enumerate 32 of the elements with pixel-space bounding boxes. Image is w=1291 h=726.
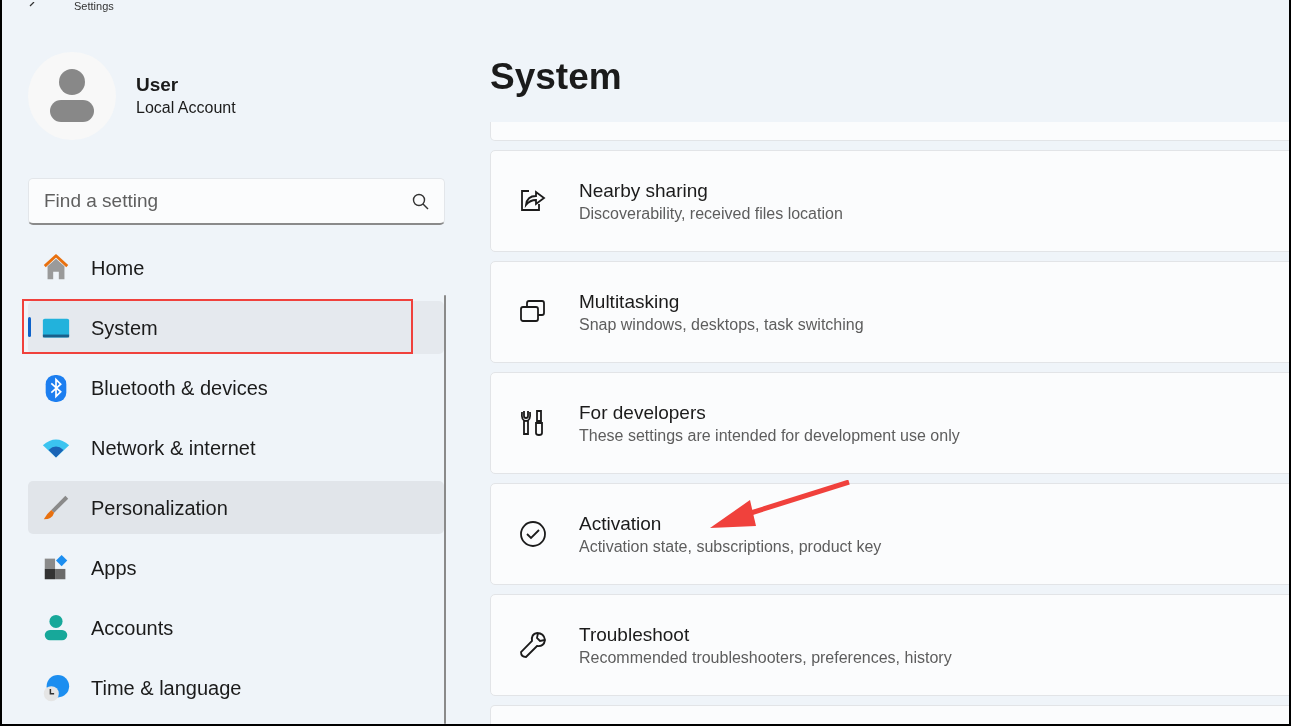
card-description: Discoverability, received files location — [579, 203, 843, 224]
globe-clock-icon — [41, 672, 71, 703]
account-type: Local Account — [136, 98, 236, 118]
settings-card[interactable]: Troubleshoot Recommended troubleshooters, preferences, history — [490, 594, 1289, 696]
settings-card[interactable]: Activation Activation state, subscriptions, product key — [490, 483, 1289, 585]
card-description: Snap windows, desktops, task switching — [579, 314, 864, 335]
user-name: User — [136, 73, 180, 97]
card-title: Nearby sharing — [579, 178, 709, 203]
sidebar-item[interactable]: Time & language — [28, 661, 444, 714]
sidebar-item[interactable]: Accounts — [28, 601, 444, 654]
settings-card[interactable]: Multitasking Snap windows, desktops, task switching — [490, 261, 1289, 363]
search-icon — [412, 193, 429, 210]
search-field[interactable]: Find a setting — [28, 178, 445, 225]
sidebar-item[interactable]: Apps — [28, 541, 444, 594]
sidebar-item[interactable]: Home — [28, 241, 444, 294]
card-description: These settings are intended for development use only — [579, 425, 960, 446]
settings-card[interactable]: Nearby sharing Discoverability, received files location — [490, 150, 1289, 252]
card-title: Troubleshoot — [579, 622, 691, 647]
sidebar-item[interactable]: Network & internet — [28, 421, 444, 474]
card-description: Recommended troubleshooters, preferences, history — [579, 647, 952, 668]
card-description: Activation state, subscriptions, product key — [579, 536, 882, 557]
card-title: For developers — [579, 400, 707, 425]
wrench-icon — [517, 629, 549, 661]
card-title: Multitasking — [579, 289, 681, 314]
sidebar-item[interactable]: System — [28, 301, 444, 354]
settings-card[interactable]: For developers These settings are intended for development use only — [490, 372, 1289, 474]
sidebar-item[interactable]: Personalization — [28, 481, 444, 534]
card-title: Activation — [579, 511, 663, 536]
checkmark-circle-icon — [517, 518, 549, 550]
page-title: System — [490, 55, 623, 99]
sidebar-item[interactable]: Bluetooth & devices — [28, 361, 444, 414]
window-title: Settings — [74, 0, 114, 12]
